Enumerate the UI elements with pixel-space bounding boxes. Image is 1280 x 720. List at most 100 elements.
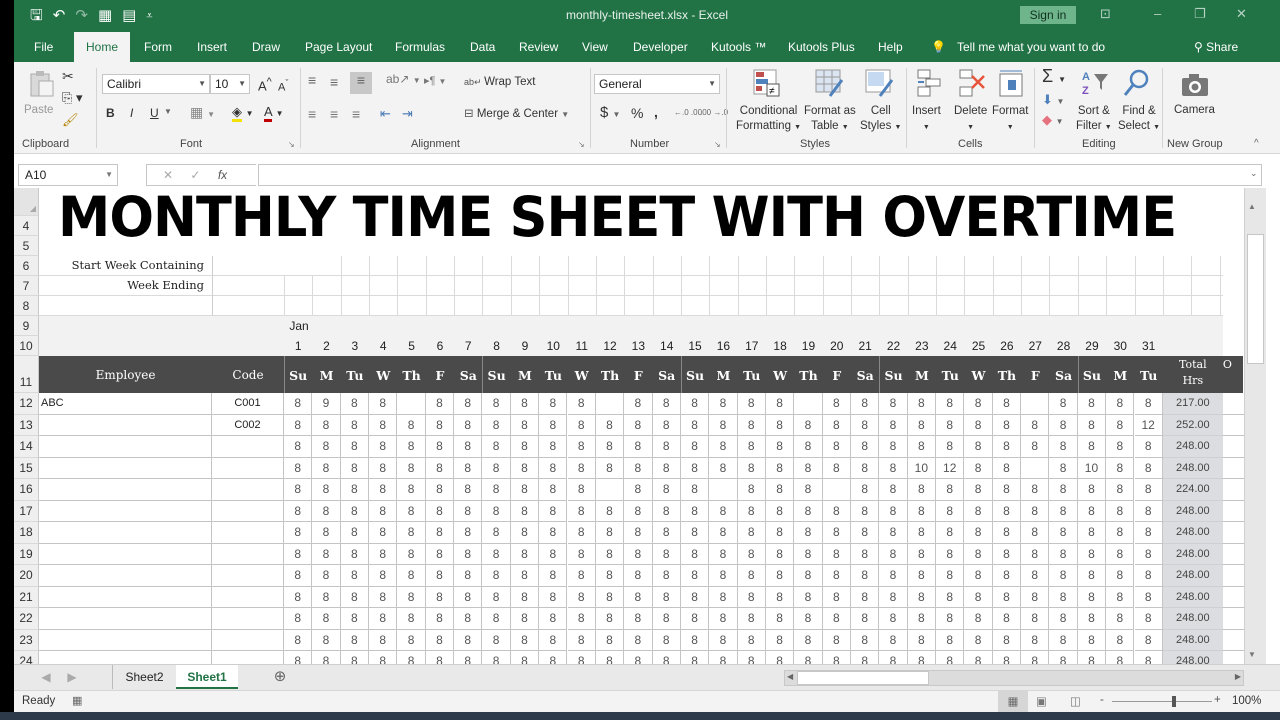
tab-file[interactable]: File <box>34 32 53 62</box>
hours-cell[interactable]: 8 <box>964 436 993 458</box>
hours-cell[interactable]: 9 <box>312 393 341 415</box>
format-as-table-button[interactable]: Format as Table ▼ <box>804 104 856 135</box>
hours-cell[interactable]: 8 <box>397 479 426 501</box>
hours-cell[interactable]: 8 <box>426 651 455 664</box>
hours-cell[interactable]: 8 <box>539 500 568 522</box>
hours-cell[interactable]: 8 <box>595 565 625 587</box>
hours-cell[interactable]: 8 <box>312 543 341 565</box>
hours-cell[interactable]: 8 <box>1134 393 1163 415</box>
hours-cell[interactable]: 8 <box>539 629 568 651</box>
overflow-cell[interactable] <box>1222 415 1244 436</box>
collapse-ribbon-icon[interactable]: ^ <box>1254 138 1259 149</box>
hours-cell[interactable]: 8 <box>397 565 426 587</box>
hours-cell[interactable]: 8 <box>851 629 880 651</box>
row-header[interactable]: 6 <box>14 256 39 276</box>
increase-decimal-button[interactable]: ←.0 .00 <box>674 108 702 117</box>
copy-icon[interactable]: ⎘ ▾ <box>62 90 83 106</box>
hours-cell[interactable]: 8 <box>1106 522 1135 544</box>
total-hrs-cell[interactable]: 248.00 <box>1162 651 1223 664</box>
worksheet-grid[interactable]: ◢ MONTHLY TIME SHEET WITH OVERTIME 45678… <box>14 188 1244 664</box>
code-cell[interactable] <box>212 629 284 651</box>
hours-cell[interactable]: 8 <box>1106 414 1135 436</box>
hours-cell[interactable]: 8 <box>369 436 398 458</box>
hours-cell[interactable]: 8 <box>822 608 851 630</box>
cell-styles-icon[interactable] <box>864 68 894 98</box>
employee-cell[interactable] <box>39 479 212 501</box>
hours-cell[interactable]: 8 <box>341 651 370 664</box>
hours-cell[interactable]: 8 <box>652 522 681 544</box>
hours-cell[interactable]: 8 <box>397 522 426 544</box>
hours-cell[interactable]: 8 <box>879 629 908 651</box>
hours-cell[interactable] <box>822 479 851 501</box>
hours-cell[interactable]: 8 <box>312 436 341 458</box>
sort-filter-icon[interactable]: AZ <box>1080 68 1110 98</box>
hours-cell[interactable] <box>595 479 625 501</box>
vertical-scrollbar[interactable]: ▲ ▼ <box>1244 188 1266 664</box>
find-select-button[interactable]: Find & Select ▼ <box>1118 104 1160 135</box>
decrease-decimal-button[interactable]: .00 →.0 <box>700 108 728 117</box>
hours-cell[interactable]: 8 <box>1134 608 1163 630</box>
hours-cell[interactable]: 8 <box>284 393 313 415</box>
hours-cell[interactable]: 8 <box>624 629 653 651</box>
hours-cell[interactable]: 8 <box>284 608 313 630</box>
hours-cell[interactable]: 8 <box>992 543 1022 565</box>
hours-cell[interactable]: 8 <box>1049 586 1078 608</box>
italic-button[interactable]: I <box>130 106 133 120</box>
format-as-table-icon[interactable] <box>814 68 844 98</box>
hours-cell[interactable]: 8 <box>851 436 880 458</box>
hours-cell[interactable]: 8 <box>340 393 370 415</box>
hours-cell[interactable]: 8 <box>1021 565 1050 587</box>
sort-filter-button[interactable]: Sort & Filter ▼ <box>1076 104 1112 135</box>
hours-cell[interactable]: 8 <box>879 436 908 458</box>
row-header[interactable]: 13 <box>14 414 39 436</box>
row-header[interactable]: 18 <box>14 522 39 544</box>
hours-cell[interactable]: 8 <box>1021 522 1050 544</box>
hours-cell[interactable]: 8 <box>1049 414 1078 436</box>
increase-indent-icon[interactable]: ⇥ <box>402 106 413 122</box>
hours-cell[interactable]: 10 <box>1077 457 1107 479</box>
hours-cell[interactable]: 8 <box>312 586 341 608</box>
decrease-indent-icon[interactable]: ⇤ <box>380 106 391 122</box>
text-direction-icon[interactable]: ▸¶ ▼ <box>424 74 446 87</box>
hours-cell[interactable]: 8 <box>567 414 596 436</box>
hours-cell[interactable]: 8 <box>454 629 483 651</box>
hours-cell[interactable]: 8 <box>567 608 596 630</box>
code-cell[interactable] <box>212 522 284 544</box>
hours-cell[interactable]: 8 <box>907 543 937 565</box>
hours-cell[interactable]: 8 <box>992 608 1022 630</box>
hours-cell[interactable]: 8 <box>454 543 483 565</box>
hours-cell[interactable]: 8 <box>709 414 738 436</box>
row-header[interactable]: 20 <box>14 565 39 587</box>
hours-cell[interactable]: 8 <box>1049 651 1078 664</box>
hours-cell[interactable]: 8 <box>851 393 880 415</box>
hours-cell[interactable]: 8 <box>369 543 398 565</box>
hours-cell[interactable]: 8 <box>936 479 965 501</box>
hours-cell[interactable]: 8 <box>369 586 398 608</box>
row-header[interactable]: 9 <box>14 316 39 336</box>
hours-cell[interactable]: 8 <box>425 629 455 651</box>
hours-cell[interactable]: 8 <box>568 651 596 664</box>
hours-cell[interactable]: 8 <box>482 393 511 415</box>
hours-cell[interactable]: 8 <box>595 522 625 544</box>
zoom-out-button[interactable]: - <box>1100 694 1104 706</box>
hours-cell[interactable]: 8 <box>993 651 1022 664</box>
hours-cell[interactable]: 8 <box>879 565 908 587</box>
hours-cell[interactable]: 12 <box>936 457 965 479</box>
hours-cell[interactable]: 8 <box>369 457 398 479</box>
hours-cell[interactable] <box>397 393 426 415</box>
hours-cell[interactable]: 8 <box>539 651 568 664</box>
hours-cell[interactable]: 8 <box>369 651 398 664</box>
hours-cell[interactable]: 8 <box>340 500 370 522</box>
overflow-cell[interactable] <box>1222 587 1244 608</box>
share-button[interactable]: ⚲ Share <box>1194 32 1238 62</box>
hours-cell[interactable]: 8 <box>794 522 823 544</box>
hours-cell[interactable]: 8 <box>624 457 653 479</box>
hours-cell[interactable]: 8 <box>340 522 370 544</box>
hours-cell[interactable]: 8 <box>652 629 681 651</box>
hours-cell[interactable]: 8 <box>1077 436 1107 458</box>
employee-cell[interactable] <box>39 586 212 608</box>
tab-help[interactable]: Help <box>878 32 903 62</box>
hours-cell[interactable]: 8 <box>284 586 313 608</box>
hours-cell[interactable]: 8 <box>454 651 483 664</box>
hours-cell[interactable]: 8 <box>936 543 965 565</box>
